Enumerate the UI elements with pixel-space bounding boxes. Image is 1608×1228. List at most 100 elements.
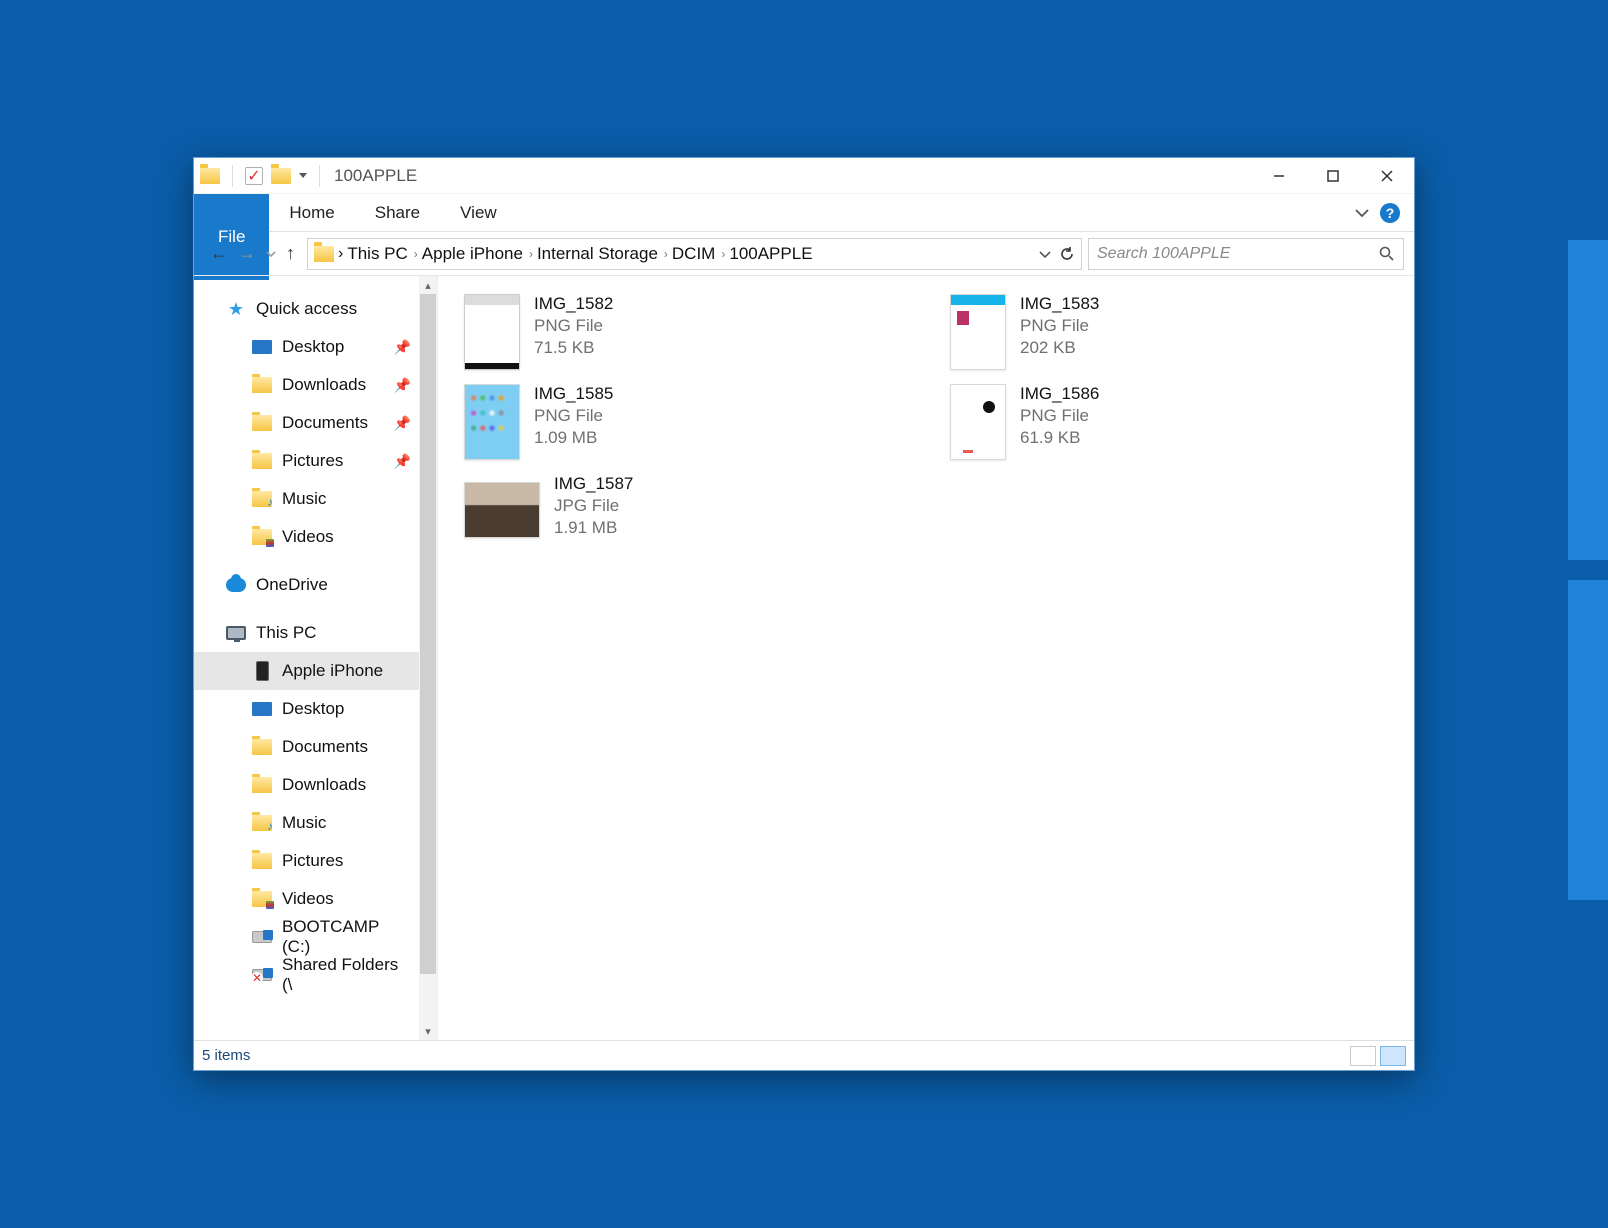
nav-item-label: Pictures <box>282 851 343 871</box>
back-button[interactable]: ← <box>210 243 228 264</box>
folder-icon <box>252 738 272 756</box>
chevron-right-icon[interactable]: › <box>414 247 418 261</box>
window-title: 100APPLE <box>334 166 417 186</box>
search-input[interactable] <box>1097 245 1379 263</box>
nav-qa-pictures[interactable]: Pictures 📌 <box>194 442 437 480</box>
recent-locations-dropdown[interactable] <box>266 243 276 264</box>
file-item[interactable]: IMG_1583 PNG File 202 KB <box>946 290 1392 376</box>
nav-pc-videos[interactable]: Videos <box>194 880 437 918</box>
folder-icon <box>252 338 272 356</box>
maximize-button[interactable] <box>1306 158 1360 194</box>
nav-pc-music[interactable]: Music <box>194 804 437 842</box>
file-item[interactable]: IMG_1585 PNG File 1.09 MB <box>460 380 906 466</box>
nav-qa-desktop[interactable]: Desktop 📌 <box>194 328 437 366</box>
nav-onedrive-label: OneDrive <box>256 575 328 595</box>
tab-home[interactable]: Home <box>269 194 354 231</box>
chevron-right-icon[interactable]: › <box>529 247 533 261</box>
address-bar[interactable]: › This PC› Apple iPhone› Internal Storag… <box>307 238 1082 270</box>
properties-icon[interactable]: ✓ <box>245 167 263 185</box>
view-details-button[interactable] <box>1350 1046 1376 1066</box>
nav-item-label: Music <box>282 813 326 833</box>
navigation-pane: ▴ ▾ ★ Quick access Desktop 📌 Downloads 📌… <box>194 276 438 1040</box>
nav-this-pc[interactable]: This PC <box>194 614 437 652</box>
nav-qa-videos[interactable]: Videos <box>194 518 437 556</box>
folder-icon <box>252 890 272 908</box>
folder-icon <box>252 414 272 432</box>
nav-item-label: BOOTCAMP (C:) <box>282 917 411 957</box>
file-name: IMG_1582 <box>534 294 613 314</box>
address-row: ← → ↑ › This PC› Apple iPhone› Internal … <box>194 232 1414 276</box>
onedrive-icon <box>226 576 246 594</box>
file-thumbnail <box>950 384 1006 460</box>
nav-pc-documents[interactable]: Documents <box>194 728 437 766</box>
help-icon[interactable]: ? <box>1380 203 1400 223</box>
crumb-internal-storage[interactable]: Internal Storage <box>537 244 658 264</box>
qat-dropdown-icon[interactable] <box>299 173 307 178</box>
tab-view[interactable]: View <box>440 194 517 231</box>
file-size: 71.5 KB <box>534 338 613 358</box>
nav-pc-desktop[interactable]: Desktop <box>194 690 437 728</box>
scroll-thumb[interactable] <box>420 294 436 974</box>
crumb-apple-iphone[interactable]: Apple iPhone <box>422 244 523 264</box>
up-button[interactable]: ↑ <box>286 243 295 264</box>
tab-share[interactable]: Share <box>355 194 440 231</box>
folder-icon <box>252 662 272 680</box>
minimize-button[interactable] <box>1252 158 1306 194</box>
crumb-this-pc[interactable]: This PC <box>347 244 407 264</box>
refresh-icon[interactable] <box>1059 246 1075 262</box>
file-type: PNG File <box>534 316 613 336</box>
file-item[interactable]: IMG_1586 PNG File 61.9 KB <box>946 380 1392 466</box>
folder-icon <box>252 852 272 870</box>
nav-pc-apple-iphone[interactable]: Apple iPhone <box>194 652 437 690</box>
chevron-right-icon[interactable]: › <box>664 247 668 261</box>
nav-onedrive[interactable]: OneDrive <box>194 566 437 604</box>
nav-item-label: Downloads <box>282 775 366 795</box>
nav-item-label: Videos <box>282 527 334 547</box>
nav-pc-downloads[interactable]: Downloads <box>194 766 437 804</box>
pin-icon: 📌 <box>394 453 411 470</box>
nav-item-label: Downloads <box>282 375 366 395</box>
nav-quick-access[interactable]: ★ Quick access <box>194 290 437 328</box>
view-thumbnails-button[interactable] <box>1380 1046 1406 1066</box>
search-box[interactable] <box>1088 238 1404 270</box>
ribbon-expand-icon[interactable] <box>1354 205 1370 221</box>
explorer-window: ✓ 100APPLE File Home Share View ? ← → ↑ <box>193 157 1415 1071</box>
file-name: IMG_1585 <box>534 384 613 404</box>
file-name: IMG_1586 <box>1020 384 1099 404</box>
file-type: JPG File <box>554 496 633 516</box>
scroll-down-icon[interactable]: ▾ <box>419 1022 437 1040</box>
close-button[interactable] <box>1360 158 1414 194</box>
chevron-right-icon[interactable]: › <box>338 245 343 263</box>
file-item[interactable]: IMG_1587 JPG File 1.91 MB <box>460 470 906 556</box>
nav-item-label: Shared Folders (\ <box>282 955 411 995</box>
file-thumbnail <box>464 482 540 538</box>
folder-icon <box>252 928 272 946</box>
nav-pc-bootcamp-c-[interactable]: BOOTCAMP (C:) <box>194 918 437 956</box>
search-icon[interactable] <box>1379 246 1395 262</box>
nav-item-label: Desktop <box>282 337 344 357</box>
file-content-area[interactable]: IMG_1582 PNG File 71.5 KB IMG_1583 PNG F… <box>438 276 1414 1040</box>
chevron-right-icon[interactable]: › <box>721 247 725 261</box>
crumb-dcim[interactable]: DCIM <box>672 244 715 264</box>
scroll-up-icon[interactable]: ▴ <box>419 276 437 294</box>
address-dropdown-icon[interactable] <box>1039 248 1051 260</box>
pin-icon: 📌 <box>394 377 411 394</box>
file-size: 1.91 MB <box>554 518 633 538</box>
nav-qa-documents[interactable]: Documents 📌 <box>194 404 437 442</box>
nav-qa-downloads[interactable]: Downloads 📌 <box>194 366 437 404</box>
forward-button[interactable]: → <box>238 243 256 264</box>
file-item[interactable]: IMG_1582 PNG File 71.5 KB <box>460 290 906 376</box>
nav-qa-music[interactable]: Music <box>194 480 437 518</box>
status-bar: 5 items <box>194 1040 1414 1070</box>
file-name: IMG_1583 <box>1020 294 1099 314</box>
new-folder-icon[interactable] <box>271 167 291 185</box>
file-size: 1.09 MB <box>534 428 613 448</box>
file-thumbnail <box>464 384 520 460</box>
ribbon-tabs: File Home Share View ? <box>194 194 1414 232</box>
crumb-100apple[interactable]: 100APPLE <box>729 244 812 264</box>
nav-pc-shared-folders-[interactable]: Shared Folders (\ <box>194 956 437 994</box>
status-item-count: 5 items <box>202 1047 250 1064</box>
folder-icon <box>252 452 272 470</box>
nav-pc-pictures[interactable]: Pictures <box>194 842 437 880</box>
title-bar: ✓ 100APPLE <box>194 158 1414 194</box>
